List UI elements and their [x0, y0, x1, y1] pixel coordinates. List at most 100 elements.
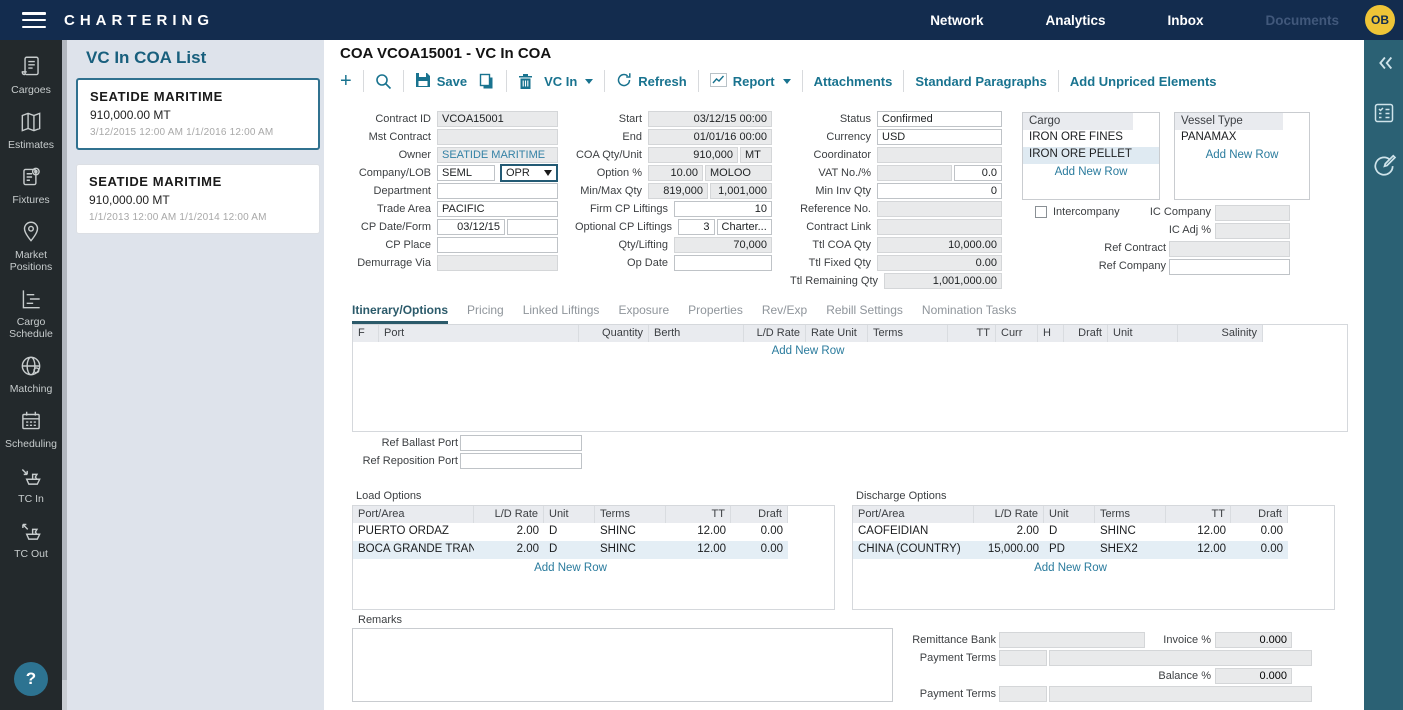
search-icon[interactable]: [375, 73, 392, 90]
department-field[interactable]: [437, 183, 558, 199]
ref-contract-field: [1169, 241, 1290, 257]
hamburger-menu-icon[interactable]: [22, 12, 46, 28]
sidebar-item-tc-out[interactable]: TC Out: [0, 518, 62, 560]
delete-icon[interactable]: [518, 73, 533, 90]
vessel-add-new-row-link[interactable]: Add New Row: [1175, 147, 1309, 161]
sidebar-item-matching[interactable]: Matching: [0, 353, 62, 395]
field-label: Company/LOB: [340, 167, 437, 179]
save-button[interactable]: Save: [415, 72, 467, 91]
nav-network[interactable]: Network: [930, 13, 983, 28]
cp-form-field[interactable]: [507, 219, 558, 235]
field-label: Ttl Fixed Qty: [790, 257, 877, 269]
avatar[interactable]: OB: [1365, 5, 1395, 35]
table-row[interactable]: PUERTO ORDAZ 2.00 D SHINC 12.00 0.00: [353, 523, 834, 541]
attachments-button[interactable]: Attachments: [814, 74, 893, 89]
ttl-remaining-qty-field: 1,001,000.00: [884, 273, 1002, 289]
column-header: Unit: [544, 506, 595, 523]
tab-linked-liftings[interactable]: Linked Liftings: [523, 303, 600, 324]
help-button[interactable]: ?: [14, 662, 48, 696]
payment-terms-desc-field: [1049, 650, 1312, 666]
remarks-textarea[interactable]: [352, 628, 893, 702]
field-label: End: [575, 131, 648, 143]
sidebar-item-fixtures[interactable]: Fixtures: [0, 164, 62, 206]
load-options-title: Load Options: [356, 490, 421, 502]
new-button[interactable]: +: [340, 71, 352, 91]
min-inv-qty-field[interactable]: 0: [877, 183, 1002, 199]
option-basis-field: MOLOO: [705, 165, 772, 181]
ref-reposition-port-field[interactable]: [460, 453, 582, 469]
cp-date-field[interactable]: 03/12/15: [437, 219, 505, 235]
load-options-table: Port/Area L/D Rate Unit Terms TT Draft P…: [352, 505, 835, 610]
option-pct-field: 10.00: [648, 165, 703, 181]
table-row[interactable]: BOCA GRANDE TRANS 2.00 D SHINC 12.00 0.0…: [353, 541, 834, 559]
itinerary-add-new-row-link[interactable]: Add New Row: [353, 342, 1263, 360]
sidebar-item-scheduling[interactable]: Scheduling: [0, 408, 62, 450]
tab-rev-exp[interactable]: Rev/Exp: [762, 303, 807, 324]
table-row[interactable]: CHINA (COUNTRY) 15,000.00 PD SHEX2 12.00…: [853, 541, 1334, 559]
sidebar-item-cargoes[interactable]: Cargoes: [0, 54, 62, 96]
calendar-icon: [18, 408, 44, 434]
status-field[interactable]: Confirmed: [877, 111, 1002, 127]
nav-inbox[interactable]: Inbox: [1167, 13, 1203, 28]
vc-in-dropdown[interactable]: VC In: [544, 74, 593, 89]
collapse-panel-icon[interactable]: [1373, 52, 1395, 79]
cargo-item[interactable]: IRON ORE FINES: [1023, 130, 1159, 147]
compose-sync-icon[interactable]: [1371, 152, 1397, 183]
gantt-icon: [18, 286, 44, 312]
trade-area-field[interactable]: PACIFIC: [437, 201, 558, 217]
tab-exposure[interactable]: Exposure: [618, 303, 669, 324]
optional-cp-count-field[interactable]: 3: [678, 219, 715, 235]
vat-pct-field[interactable]: 0.0: [954, 165, 1002, 181]
tab-pricing[interactable]: Pricing: [467, 303, 504, 324]
nav-documents[interactable]: Documents: [1265, 13, 1339, 28]
tab-properties[interactable]: Properties: [688, 303, 743, 324]
sidebar-item-market-positions[interactable]: Market Positions: [0, 219, 62, 273]
copy-icon[interactable]: [478, 73, 495, 90]
cell: D: [544, 541, 595, 559]
table-row[interactable]: CAOFEIDIAN 2.00 D SHINC 12.00 0.00: [853, 523, 1334, 541]
cargo-item[interactable]: IRON ORE PELLET: [1023, 147, 1159, 164]
report-dropdown[interactable]: Report: [710, 73, 791, 90]
tab-rebill-settings[interactable]: Rebill Settings: [826, 303, 903, 324]
owner-field[interactable]: SEATIDE MARITIME: [437, 147, 558, 163]
tab-itinerary-options[interactable]: Itinerary/Options: [352, 303, 448, 324]
add-unpriced-elements-button[interactable]: Add Unpriced Elements: [1070, 74, 1217, 89]
sidebar-item-label: TC In: [18, 493, 44, 505]
refresh-button[interactable]: Refresh: [616, 72, 686, 91]
field-label: Ttl Remaining Qty: [790, 275, 884, 287]
vessel-type-item[interactable]: PANAMAX: [1175, 130, 1309, 147]
company-field[interactable]: SEML: [437, 165, 495, 181]
ref-company-field[interactable]: [1169, 259, 1290, 275]
coordinator-field: [877, 147, 1002, 163]
sidebar-item-cargo-schedule[interactable]: Cargo Schedule: [0, 286, 62, 340]
scroll-gear-icon: [18, 164, 44, 190]
coa-list-card[interactable]: SEATIDE MARITIME 910,000.00 MT 3/12/2015…: [76, 78, 320, 150]
ref-contract-label: Ref Contract: [1041, 242, 1166, 254]
firm-cp-liftings-field[interactable]: 10: [674, 201, 772, 217]
column-header: F: [353, 325, 379, 342]
scroll-icon: [18, 54, 44, 80]
lob-dropdown[interactable]: OPR: [500, 164, 558, 182]
optional-cp-type-field[interactable]: Charter...: [717, 219, 772, 235]
ref-ballast-port-field[interactable]: [460, 435, 582, 451]
checklist-icon[interactable]: [1372, 101, 1396, 130]
intercompany-checkbox[interactable]: [1035, 206, 1047, 218]
op-date-field[interactable]: [674, 255, 772, 271]
currency-field[interactable]: USD: [877, 129, 1002, 145]
sidebar-item-tc-in[interactable]: TC In: [0, 463, 62, 505]
coa-qty-field: 910,000: [648, 147, 738, 163]
field-label: Reference No.: [790, 203, 877, 215]
tab-nomination-tasks[interactable]: Nomination Tasks: [922, 303, 1017, 324]
load-options-add-new-row-link[interactable]: Add New Row: [353, 559, 788, 577]
sidebar-item-estimates[interactable]: Estimates: [0, 109, 62, 151]
cp-place-field[interactable]: [437, 237, 558, 253]
itinerary-header-row: F Port Quantity Berth L/D Rate Rate Unit…: [353, 325, 1347, 342]
coa-list-card[interactable]: SEATIDE MARITIME 910,000.00 MT 1/1/2013 …: [76, 164, 320, 234]
nav-analytics[interactable]: Analytics: [1045, 13, 1105, 28]
cell: SHINC: [595, 523, 666, 541]
cell: CHINA (COUNTRY): [853, 541, 974, 559]
discharge-options-add-new-row-link[interactable]: Add New Row: [853, 559, 1288, 577]
standard-paragraphs-button[interactable]: Standard Paragraphs: [915, 74, 1047, 89]
cargo-add-new-row-link[interactable]: Add New Row: [1023, 164, 1159, 178]
column-header: Terms: [1095, 506, 1166, 523]
